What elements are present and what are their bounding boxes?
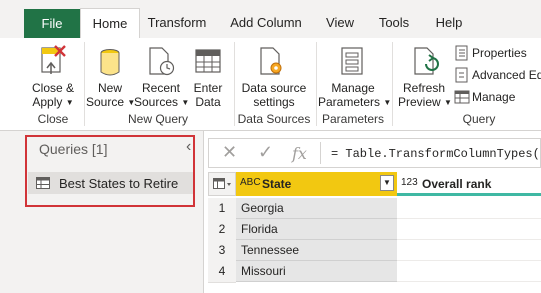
properties-button[interactable]: Properties (472, 46, 527, 60)
chevron-down-icon: ▼ (444, 98, 452, 107)
data-source-settings-button[interactable]: Data source settings (238, 81, 310, 109)
number-type-icon[interactable]: 123 (401, 177, 418, 188)
chevron-down-icon: ▼ (383, 98, 392, 107)
column-header-label: Overall rank (422, 177, 492, 191)
enter-data-button[interactable]: Enter Data (188, 81, 228, 109)
enter-data-line2: Data (195, 95, 221, 109)
recent-sources-line2: Sources (134, 95, 179, 109)
group-label-close: Close (37, 112, 69, 126)
tab-file[interactable]: File (24, 9, 80, 38)
tab-tools[interactable]: Tools (370, 8, 418, 38)
parameters-icon (341, 47, 363, 75)
recent-sources-button[interactable]: Recent Sources ▼ (134, 81, 189, 110)
properties-icon (455, 45, 468, 61)
table-cell-empty[interactable] (397, 198, 541, 219)
manage-parameters-line2: Parameters (318, 95, 381, 109)
refresh-icon (414, 47, 439, 75)
close-apply-button[interactable]: Close & Apply ▼ (28, 81, 78, 110)
advanced-editor-button[interactable]: Advanced Editor (472, 68, 541, 82)
group-label-new-query: New Query (127, 112, 189, 126)
row-number: 4 (208, 261, 236, 283)
table-cell-empty[interactable] (397, 261, 541, 282)
cancel-icon[interactable]: ✕ (222, 142, 237, 163)
table-cell[interactable]: Missouri (236, 261, 397, 282)
data-source-settings-line1: Data source (241, 81, 307, 95)
confirm-icon[interactable]: ✓ (258, 142, 273, 163)
manage-parameters-button[interactable]: Manage Parameters ▼ (318, 81, 392, 110)
data-source-settings-icon (260, 47, 282, 75)
ribbon-separator (316, 42, 317, 126)
row-number: 1 (208, 198, 236, 220)
filter-dropdown-icon[interactable]: ▼ (380, 175, 394, 191)
close-apply-icon (41, 45, 66, 74)
tab-home[interactable]: Home (80, 8, 140, 39)
refresh-preview-line2: Preview (398, 95, 441, 109)
enter-data-line1: Enter (193, 81, 223, 95)
row-number: 3 (208, 240, 236, 262)
table-cell[interactable]: Tennessee (236, 240, 397, 261)
recent-sources-icon (149, 47, 175, 76)
group-label-query: Query (462, 112, 496, 126)
tab-view[interactable]: View (318, 8, 362, 38)
data-source-settings-line2: settings (253, 95, 295, 109)
manage-parameters-line1: Manage (331, 81, 375, 95)
database-icon (100, 49, 120, 76)
table-grid-icon (195, 49, 221, 73)
manage-button[interactable]: Manage (472, 90, 515, 104)
table-cell-empty[interactable] (397, 219, 541, 240)
tab-add-column[interactable]: Add Column (222, 8, 310, 38)
formula-divider (320, 142, 321, 164)
recent-sources-line1: Recent (141, 81, 181, 95)
table-cell-empty[interactable] (397, 240, 541, 261)
ribbon-separator (392, 42, 393, 126)
new-source-button[interactable]: New Source ▼ (86, 81, 135, 110)
table-cell[interactable]: Florida (236, 219, 397, 240)
close-apply-line1: Close & (31, 81, 75, 95)
group-label-data-sources: Data Sources (237, 112, 311, 126)
new-source-line1: New (97, 81, 122, 95)
new-source-line2: Source (86, 95, 125, 109)
tab-transform[interactable]: Transform (140, 8, 214, 38)
table-menu-icon (213, 178, 231, 189)
ribbon-separator (84, 42, 85, 126)
table-cell[interactable]: Georgia (236, 198, 397, 219)
refresh-preview-line1: Refresh (402, 81, 446, 95)
row-number: 2 (208, 219, 236, 241)
manage-icon (454, 90, 470, 104)
fx-icon[interactable]: fx (292, 144, 307, 163)
group-label-parameters: Parameters (321, 112, 385, 126)
ribbon-separator (234, 42, 235, 126)
highlight-box (25, 135, 195, 207)
refresh-preview-button[interactable]: Refresh Preview ▼ (398, 81, 452, 110)
column-header-label: State (262, 177, 292, 191)
advanced-editor-icon (455, 67, 468, 83)
text-type-icon[interactable]: ABC (240, 177, 261, 188)
tab-help[interactable]: Help (426, 8, 472, 38)
close-apply-line2: Apply (32, 95, 63, 109)
chevron-down-icon: ▼ (65, 98, 74, 107)
formula-input[interactable]: = Table.TransformColumnTypes( (331, 147, 540, 161)
